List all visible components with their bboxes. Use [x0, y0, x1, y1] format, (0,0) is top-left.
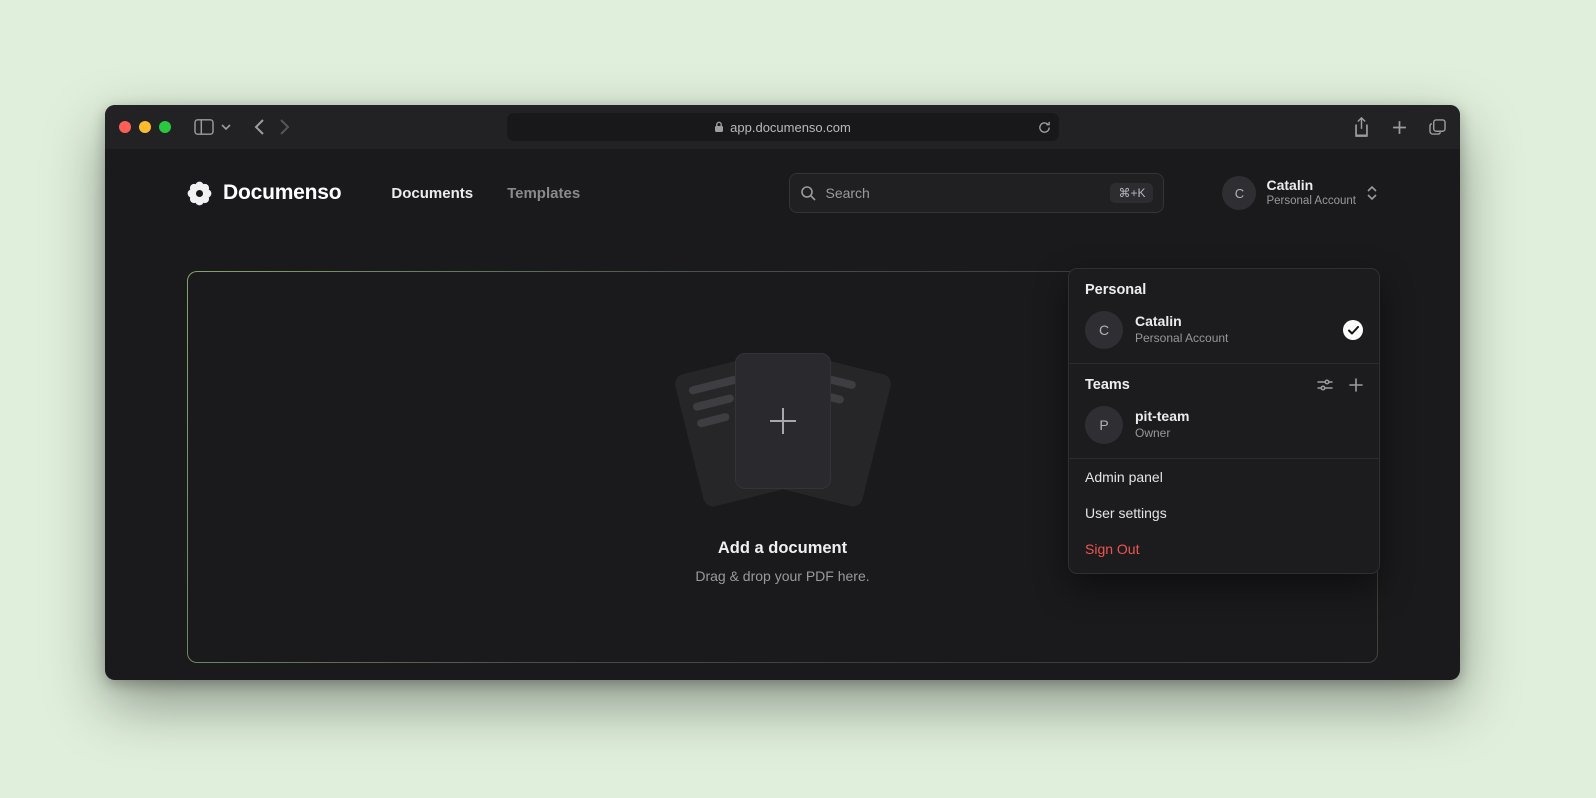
- address-bar[interactable]: app.documenso.com: [507, 113, 1059, 141]
- documents-illustration: [668, 351, 898, 509]
- nav-documents[interactable]: Documents: [391, 185, 473, 202]
- browser-toolbar: app.documenso.com: [105, 105, 1460, 149]
- forward-button-icon[interactable]: [279, 118, 291, 136]
- selector-chevrons-icon: [1366, 185, 1378, 201]
- personal-name: Catalin: [1135, 313, 1228, 331]
- account-avatar: C: [1222, 176, 1256, 210]
- account-name: Catalin: [1266, 177, 1356, 194]
- account-dropdown-menu: Personal C Catalin Personal Account Team…: [1068, 268, 1380, 574]
- team-role: Owner: [1135, 426, 1189, 442]
- search-shortcut-badge: ⌘+K: [1110, 183, 1153, 203]
- traffic-lights: [119, 121, 171, 133]
- search-box[interactable]: ⌘+K: [789, 173, 1164, 213]
- app-header: Documenso Documents Templates ⌘+K C Cata…: [105, 149, 1460, 237]
- back-button-icon[interactable]: [253, 118, 265, 136]
- account-type: Personal Account: [1266, 194, 1356, 209]
- zoom-window-button[interactable]: [159, 121, 171, 133]
- personal-avatar: C: [1085, 311, 1123, 349]
- main-nav: Documents Templates: [391, 185, 580, 202]
- manage-teams-icon[interactable]: [1317, 377, 1333, 393]
- team-avatar: P: [1085, 406, 1123, 444]
- sidebar-chevron-down-icon[interactable]: [221, 123, 231, 131]
- toolbar-right-cluster: [1353, 117, 1446, 137]
- account-menu-trigger[interactable]: C Catalin Personal Account: [1222, 176, 1378, 210]
- reload-icon[interactable]: [1038, 121, 1051, 134]
- address-bar-url: app.documenso.com: [730, 120, 851, 135]
- browser-window: app.documenso.com: [105, 105, 1460, 680]
- team-item[interactable]: P pit-team Owner: [1069, 402, 1379, 458]
- personal-section-label: Personal: [1069, 269, 1379, 307]
- lock-icon: [714, 121, 724, 133]
- brand[interactable]: Documenso: [187, 181, 341, 206]
- search-icon: [800, 185, 816, 201]
- plus-icon: [766, 404, 800, 438]
- nav-templates[interactable]: Templates: [507, 185, 580, 202]
- search-input[interactable]: [825, 185, 1101, 201]
- teams-section-label: Teams: [1085, 377, 1130, 393]
- menu-item-sign-out[interactable]: Sign Out: [1069, 531, 1379, 567]
- add-team-plus-icon[interactable]: [1349, 377, 1363, 393]
- personal-type: Personal Account: [1135, 331, 1228, 347]
- personal-account-item[interactable]: C Catalin Personal Account: [1069, 307, 1379, 363]
- menu-item-user-settings[interactable]: User settings: [1069, 495, 1379, 531]
- menu-item-admin-panel[interactable]: Admin panel: [1069, 459, 1379, 495]
- tab-overview-icon[interactable]: [1429, 119, 1446, 135]
- documenso-logo-icon: [187, 181, 212, 206]
- document-card-front: [735, 353, 831, 489]
- team-name: pit-team: [1135, 408, 1189, 426]
- brand-name: Documenso: [223, 181, 341, 205]
- new-tab-plus-icon[interactable]: [1392, 120, 1407, 135]
- app-content: Documenso Documents Templates ⌘+K C Cata…: [105, 149, 1460, 680]
- minimize-window-button[interactable]: [139, 121, 151, 133]
- selected-check-icon: [1343, 320, 1363, 340]
- share-icon[interactable]: [1353, 117, 1370, 137]
- sidebar-toggle-icon[interactable]: [193, 118, 215, 136]
- dropzone-subtitle: Drag & drop your PDF here.: [695, 568, 869, 584]
- dropzone-title: Add a document: [718, 539, 847, 558]
- teams-section-header: Teams: [1069, 364, 1379, 402]
- close-window-button[interactable]: [119, 121, 131, 133]
